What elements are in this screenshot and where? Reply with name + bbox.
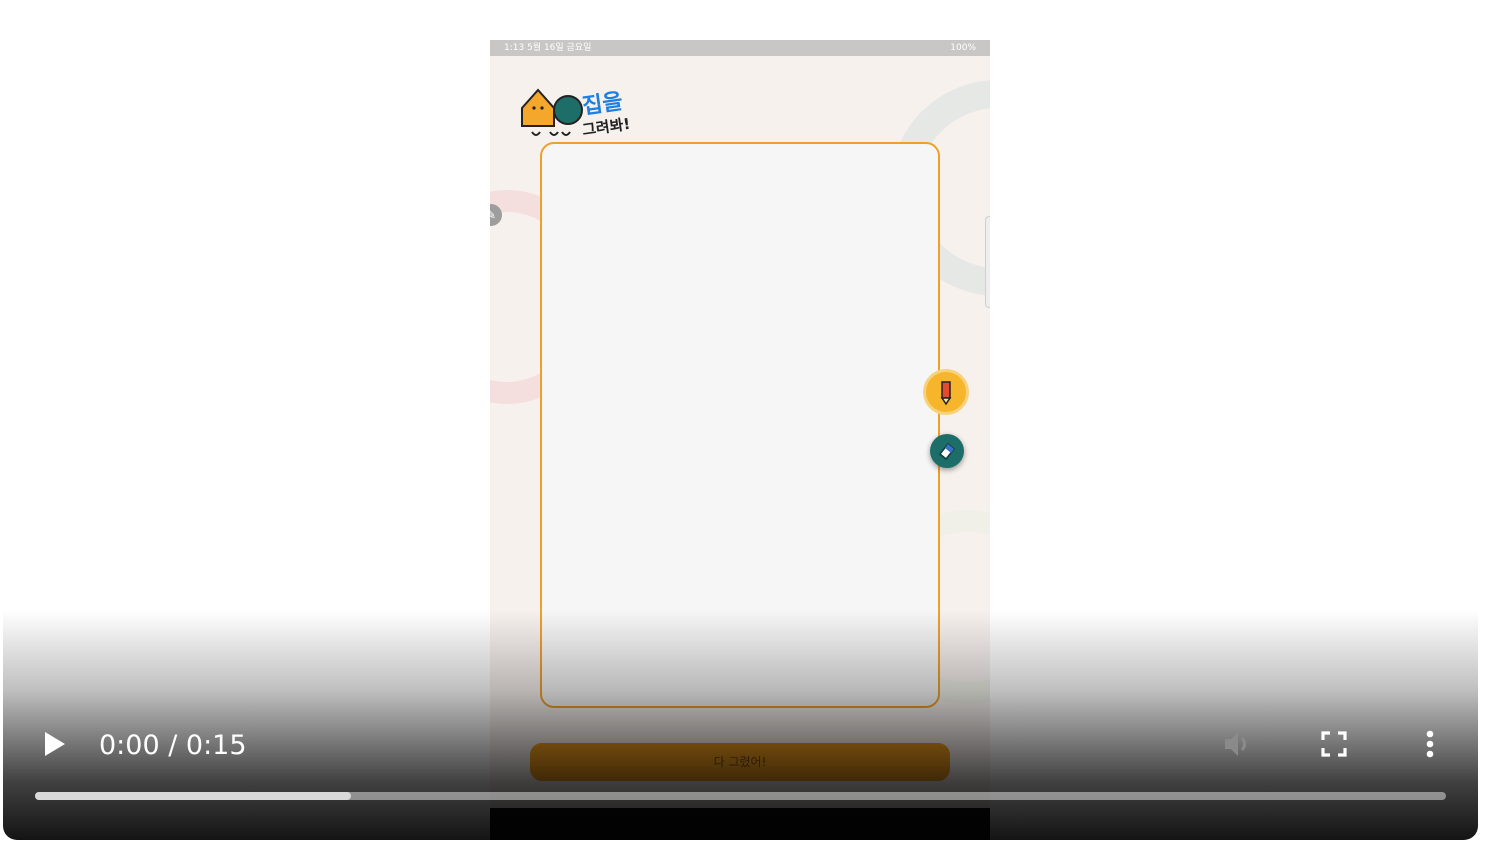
buffered-range (35, 792, 352, 800)
more-vert-icon (1426, 730, 1434, 758)
time-display: 0:00 / 0:15 (99, 730, 247, 762)
duration: 0:15 (185, 730, 247, 761)
mute-button[interactable] (1217, 724, 1257, 764)
fullscreen-icon (1321, 731, 1347, 757)
time-separator: / (159, 730, 186, 761)
fullscreen-button[interactable] (1314, 724, 1354, 764)
play-icon (45, 732, 65, 756)
current-time: 0:00 (99, 730, 160, 761)
volume-icon (1225, 732, 1246, 756)
progress-bar[interactable] (35, 792, 1446, 800)
play-button[interactable] (35, 726, 71, 762)
video-controls: 0:00 / 0:15 (3, 40, 1478, 840)
video-player[interactable]: 1:13 5월 16일 금요일 100% 집을 그려봐! ✎ 다 그렸어! 0:… (3, 40, 1478, 840)
more-options-button[interactable] (1410, 724, 1450, 764)
